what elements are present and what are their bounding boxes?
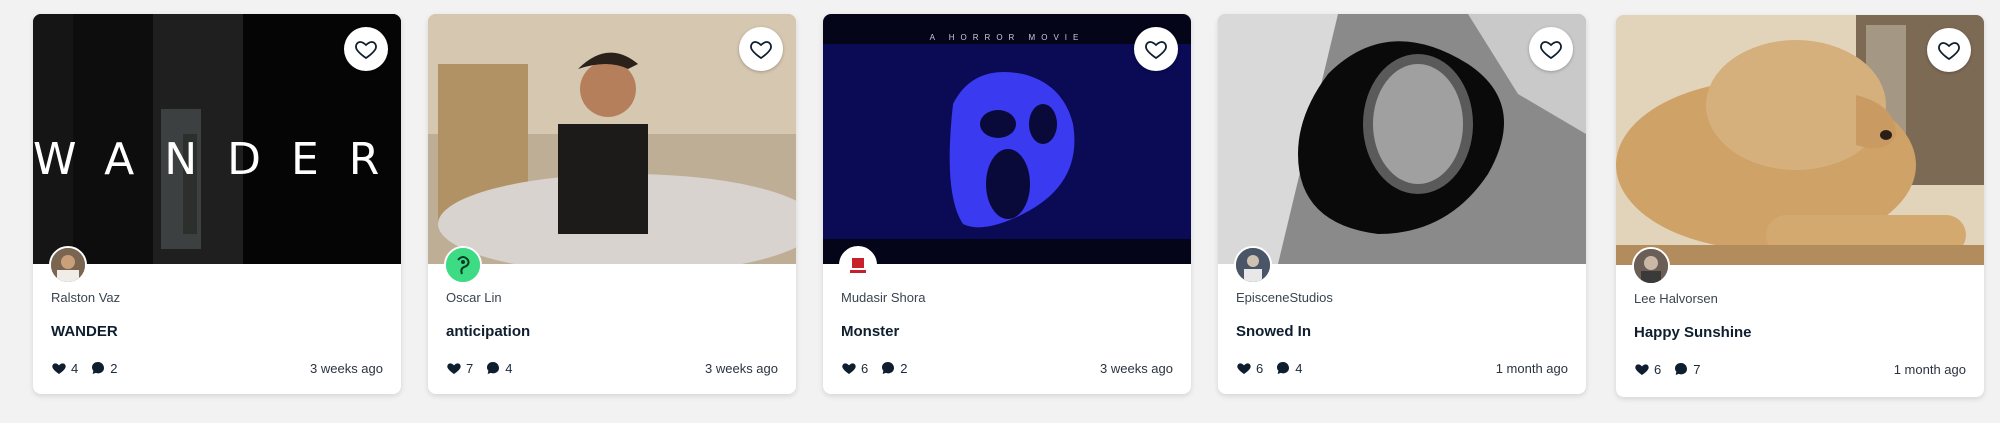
favorite-button[interactable] [1927, 28, 1971, 72]
heart-icon [841, 360, 857, 376]
video-thumbnail[interactable]: WANDER [33, 14, 401, 264]
heart-icon [1634, 361, 1650, 377]
like-count: 7 [466, 360, 474, 376]
author-name[interactable]: Ralston Vaz [51, 290, 383, 305]
video-card[interactable]: Lee Halvorsen Happy Sunshine 6 7 1 month… [1616, 15, 1984, 397]
author-name[interactable]: EpisceneStudios [1236, 290, 1568, 305]
thumbnail-overlay-title: WANDER [33, 134, 401, 185]
heart-outline-icon [750, 41, 772, 60]
heart-outline-icon [1540, 41, 1562, 60]
favorite-button[interactable] [739, 27, 783, 71]
posted-time: 3 weeks ago [310, 360, 383, 376]
video-card-grid: WANDER Ralston Vaz WANDER 4 2 3 weeks ag… [0, 0, 2000, 423]
comment-icon [485, 360, 501, 376]
video-thumbnail[interactable]: A HORROR MOVIE [823, 14, 1191, 264]
posted-time: 3 weeks ago [705, 360, 778, 376]
comment-count: 7 [1693, 361, 1701, 377]
favorite-button[interactable] [344, 27, 388, 71]
video-card[interactable]: A HORROR MOVIE Mudasir Shora Monster 6 2… [823, 14, 1191, 394]
heart-icon [1236, 360, 1252, 376]
author-name[interactable]: Mudasir Shora [841, 290, 1173, 305]
comment-count: 4 [1295, 360, 1303, 376]
favorite-button[interactable] [1529, 27, 1573, 71]
comment-count: 2 [110, 360, 118, 376]
like-count: 6 [861, 360, 869, 376]
comment-icon [90, 360, 106, 376]
heart-icon [51, 360, 67, 376]
video-thumbnail[interactable] [1616, 15, 1984, 265]
heart-outline-icon [355, 41, 377, 60]
like-count: 6 [1256, 360, 1264, 376]
video-thumbnail[interactable] [428, 14, 796, 264]
posted-time: 1 month ago [1495, 360, 1568, 376]
video-title[interactable]: Monster [841, 323, 1173, 340]
like-count: 6 [1654, 361, 1662, 377]
heart-outline-icon [1938, 42, 1960, 61]
comment-icon [1275, 360, 1291, 376]
like-count: 4 [71, 360, 79, 376]
posted-time: 1 month ago [1893, 361, 1966, 377]
comment-icon [880, 360, 896, 376]
video-card[interactable]: EpisceneStudios Snowed In 6 4 1 month ag… [1218, 14, 1586, 394]
comment-count: 2 [900, 360, 908, 376]
author-name[interactable]: Lee Halvorsen [1634, 291, 1966, 306]
author-name[interactable]: Oscar Lin [446, 290, 778, 305]
video-title[interactable]: WANDER [51, 323, 383, 340]
video-card[interactable]: WANDER Ralston Vaz WANDER 4 2 3 weeks ag… [33, 14, 401, 394]
video-title[interactable]: anticipation [446, 323, 778, 340]
heart-outline-icon [1145, 41, 1167, 60]
comment-count: 4 [505, 360, 513, 376]
favorite-button[interactable] [1134, 27, 1178, 71]
video-card[interactable]: Oscar Lin anticipation 7 4 3 weeks ago [428, 14, 796, 394]
video-title[interactable]: Snowed In [1236, 323, 1568, 340]
video-title[interactable]: Happy Sunshine [1634, 324, 1966, 341]
comment-icon [1673, 361, 1689, 377]
posted-time: 3 weeks ago [1100, 360, 1173, 376]
heart-icon [446, 360, 462, 376]
video-thumbnail[interactable] [1218, 14, 1586, 264]
